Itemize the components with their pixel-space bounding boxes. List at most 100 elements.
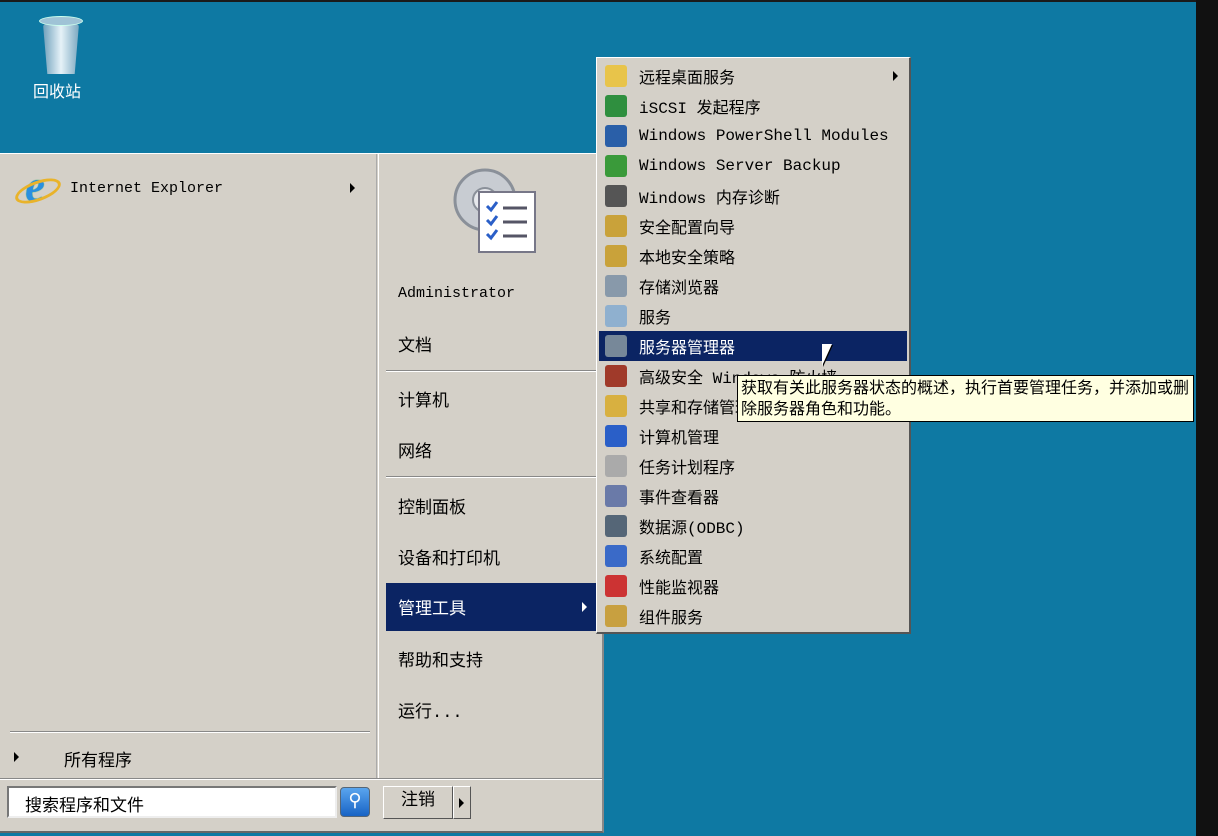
submenu-item-label: iSCSI 发起程序 bbox=[639, 100, 761, 118]
folder-icon bbox=[605, 65, 627, 87]
firewall-icon bbox=[605, 365, 627, 387]
submenu-item[interactable]: 本地安全策略 bbox=[599, 241, 907, 271]
submenu-item[interactable]: 远程桌面服务 bbox=[599, 61, 907, 91]
submenu-item[interactable]: 事件查看器 bbox=[599, 481, 907, 511]
all-programs-button[interactable]: 所有程序 bbox=[10, 742, 370, 772]
submenu-item[interactable]: Windows Server Backup bbox=[599, 151, 907, 181]
screen-top-edge bbox=[0, 0, 1218, 2]
clock-icon bbox=[605, 455, 627, 477]
tooltip: 获取有关此服务器状态的概述，执行首要管理任务，并添加或删除服务器角色和功能。 bbox=[737, 375, 1194, 422]
search-input[interactable]: 搜索程序和文件 bbox=[7, 786, 337, 818]
recycle-bin[interactable]: 回收站 bbox=[22, 12, 92, 102]
divider bbox=[386, 370, 598, 372]
right-item-admin-tools[interactable]: 管理工具 bbox=[386, 583, 596, 631]
right-item-documents[interactable]: 文档 bbox=[386, 320, 596, 368]
shutdown-options-button[interactable] bbox=[453, 786, 471, 819]
submenu-item-label: 组件服务 bbox=[639, 610, 704, 628]
item-label: 控制面板 bbox=[398, 500, 466, 519]
item-label: 网络 bbox=[398, 444, 432, 463]
component-icon bbox=[605, 605, 627, 627]
submenu-item-label: 计算机管理 bbox=[639, 430, 720, 448]
security-policy-icon bbox=[605, 245, 627, 267]
submenu-item[interactable]: 数据源(ODBC) bbox=[599, 511, 907, 541]
submenu-item[interactable]: 服务器管理器 bbox=[599, 331, 907, 361]
item-label: 设备和打印机 bbox=[398, 551, 500, 570]
user-picture-icon bbox=[453, 168, 536, 253]
event-viewer-icon bbox=[605, 485, 627, 507]
pinned-label: Internet Explorer bbox=[70, 179, 224, 197]
start-menu-right-panel: Administrator 文档 计算机 网络 控制面板 设备和打印机 管理工具… bbox=[378, 154, 602, 779]
submenu-item-label: 任务计划程序 bbox=[639, 460, 736, 478]
share-icon bbox=[605, 395, 627, 417]
item-label: Administrator bbox=[398, 284, 516, 302]
item-label: 文档 bbox=[398, 338, 432, 357]
right-item-run[interactable]: 运行... bbox=[386, 686, 596, 734]
logoff-label: 注销 bbox=[401, 792, 435, 811]
search-button[interactable]: ⚲ bbox=[340, 787, 370, 817]
gear-icon bbox=[605, 305, 627, 327]
item-label: 管理工具 bbox=[398, 601, 466, 620]
right-item-network[interactable]: 网络 bbox=[386, 426, 596, 474]
submenu-item[interactable]: 任务计划程序 bbox=[599, 451, 907, 481]
odbc-icon bbox=[605, 515, 627, 537]
submenu-item-label: Windows Server Backup bbox=[639, 157, 841, 175]
divider bbox=[386, 476, 598, 478]
submenu-item-label: 安全配置向导 bbox=[639, 220, 736, 238]
submenu-item-label: 存储浏览器 bbox=[639, 280, 720, 298]
item-label: 运行... bbox=[398, 704, 463, 723]
submenu-item-label: 共享和存储管理 bbox=[639, 400, 752, 418]
system-config-icon bbox=[605, 545, 627, 567]
submenu-item-label: 性能监视器 bbox=[639, 580, 720, 598]
submenu-item-label: Windows PowerShell Modules bbox=[639, 127, 889, 145]
submenu-item[interactable]: iSCSI 发起程序 bbox=[599, 91, 907, 121]
memory-icon bbox=[605, 185, 627, 207]
submenu-item[interactable]: 系统配置 bbox=[599, 541, 907, 571]
item-label: 计算机 bbox=[398, 393, 449, 412]
user-administrator[interactable]: Administrator bbox=[386, 269, 596, 317]
search-icon: ⚲ bbox=[348, 792, 362, 812]
right-item-help[interactable]: 帮助和支持 bbox=[386, 635, 596, 683]
submenu-item[interactable]: 计算机管理 bbox=[599, 421, 907, 451]
all-programs-label: 所有程序 bbox=[64, 753, 132, 772]
server-manager-icon bbox=[605, 335, 627, 357]
admin-tools-submenu: 远程桌面服务 iSCSI 发起程序 Windows PowerShell Modul… bbox=[596, 57, 911, 634]
mouse-cursor-icon bbox=[822, 344, 832, 366]
submenu-item-label: 事件查看器 bbox=[639, 490, 720, 508]
item-label: 帮助和支持 bbox=[398, 653, 483, 672]
submenu-item-label: 数据源(ODBC) bbox=[639, 520, 745, 538]
chevron-right-icon bbox=[893, 71, 898, 81]
backup-icon bbox=[605, 155, 627, 177]
internet-explorer-icon: e bbox=[12, 165, 58, 211]
chevron-right-icon bbox=[582, 602, 587, 612]
chevron-right-icon bbox=[350, 183, 355, 193]
submenu-item[interactable]: Windows PowerShell Modules bbox=[599, 121, 907, 151]
recycle-bin-icon bbox=[35, 12, 83, 74]
submenu-item[interactable]: 安全配置向导 bbox=[599, 211, 907, 241]
right-item-computer[interactable]: 计算机 bbox=[386, 375, 596, 423]
right-item-devices-printers[interactable]: 设备和打印机 bbox=[386, 533, 596, 581]
submenu-item[interactable]: 性能监视器 bbox=[599, 571, 907, 601]
submenu-item[interactable]: 存储浏览器 bbox=[599, 271, 907, 301]
search-placeholder: 搜索程序和文件 bbox=[25, 798, 144, 817]
chevron-right-icon bbox=[14, 752, 19, 762]
logoff-button[interactable]: 注销 bbox=[383, 786, 453, 819]
computer-management-icon bbox=[605, 425, 627, 447]
chevron-right-icon bbox=[459, 798, 464, 808]
pinned-internet-explorer[interactable]: e Internet Explorer bbox=[12, 165, 372, 211]
screen-right-edge bbox=[1196, 0, 1218, 836]
submenu-item-label: Windows 内存诊断 bbox=[639, 190, 780, 208]
powershell-icon bbox=[605, 125, 627, 147]
globe-icon bbox=[605, 95, 627, 117]
submenu-item[interactable]: 组件服务 bbox=[599, 601, 907, 631]
submenu-item[interactable]: 服务 bbox=[599, 301, 907, 331]
submenu-item[interactable]: Windows 内存诊断 bbox=[599, 181, 907, 211]
submenu-item-label: 远程桌面服务 bbox=[639, 70, 736, 88]
right-item-control-panel[interactable]: 控制面板 bbox=[386, 482, 596, 530]
performance-icon bbox=[605, 575, 627, 597]
recycle-bin-label: 回收站 bbox=[32, 84, 81, 102]
storage-icon bbox=[605, 275, 627, 297]
security-wizard-icon bbox=[605, 215, 627, 237]
submenu-item-label: 服务器管理器 bbox=[639, 340, 736, 358]
start-menu: e Internet Explorer 所有程序 Administrator 文… bbox=[0, 153, 604, 833]
submenu-item-label: 服务 bbox=[639, 310, 672, 328]
